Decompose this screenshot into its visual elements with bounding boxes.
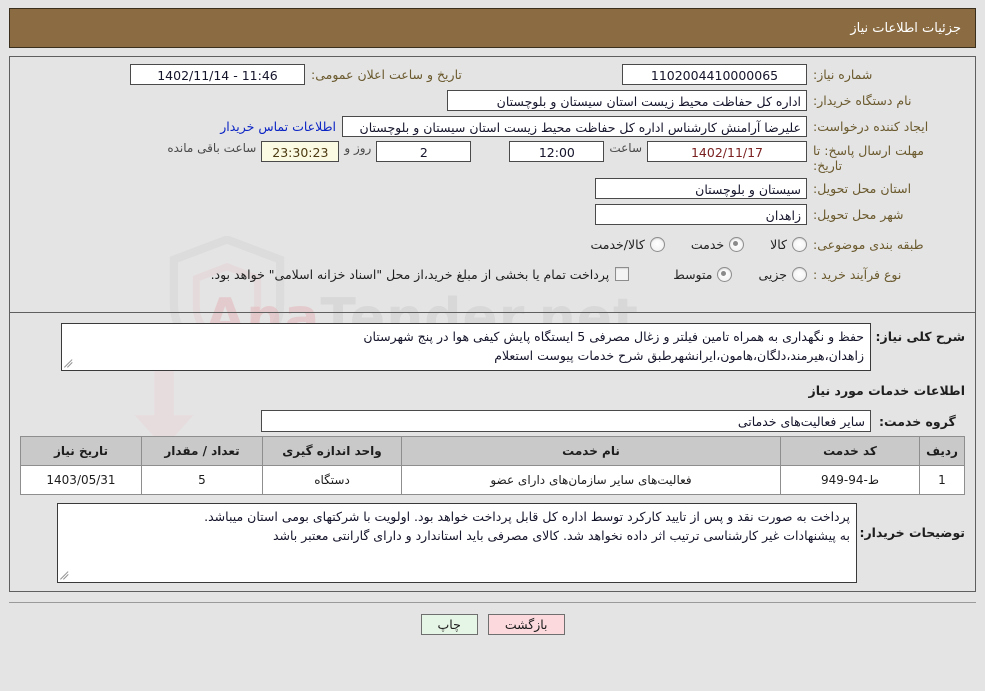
back-button[interactable]: بازگشت: [487, 614, 565, 635]
need-number-value: 1102004410000065: [622, 63, 807, 85]
service-group-value: سایر فعالیت‌های خدماتی: [261, 410, 871, 432]
treasury-checkbox[interactable]: [615, 267, 630, 281]
days-word-label: روز و: [344, 141, 372, 155]
deadline-label-line1: مهلت ارسال پاسخ: تا: [813, 143, 924, 158]
description-line-2: زاهدان،هیرمند،دلگان،هامون،ایرانشهرطبق شر…: [494, 348, 864, 363]
buyer-notes-label: توضیحات خریدار:: [859, 525, 965, 540]
radio-icon[interactable]: [649, 236, 665, 252]
province-value: سیستان و بلوچستان: [595, 177, 807, 199]
treasury-note-text: پرداخت تمام یا بخشی از مبلغ خرید،از محل …: [210, 266, 610, 282]
row-city: شهر محل تحویل: زاهدان: [20, 203, 965, 225]
services-panel: شرح کلی نیاز: حفظ و نگهداری به همراه تام…: [9, 312, 976, 592]
deadline-label: مهلت ارسال پاسخ: تا تاریخ:: [807, 141, 965, 173]
treasury-note-group: پرداخت تمام یا بخشی از مبلغ خرید،از محل …: [211, 267, 630, 282]
hour-word-label: ساعت: [609, 141, 642, 155]
public-announce-label: تاریخ و ساعت اعلان عمومی:: [311, 66, 462, 82]
need-info-panel: شماره نیاز: 1102004410000065 تاریخ و ساع…: [9, 56, 976, 312]
col-header-date: تاریخ نیاز: [20, 436, 142, 466]
row-purchase-type: نوع فرآیند خرید : جزیی متوسط پرداخت تمام…: [20, 263, 965, 285]
cell-code: ط-94-949: [780, 465, 920, 495]
row-request-creator: ایجاد کننده درخواست: علیرضا آرامنش کارشن…: [20, 115, 965, 137]
services-section-title: اطلاعات خدمات مورد نیاز: [808, 383, 966, 398]
cell-row: 1: [919, 465, 965, 495]
description-label: شرح کلی نیاز:: [875, 329, 965, 344]
category-radio-group: کالا خدمت کالا/خدمت: [564, 236, 807, 252]
public-announce-value: 11:46 - 1402/11/14: [130, 63, 305, 85]
col-header-name: نام خدمت: [401, 436, 781, 466]
purchase-option-1[interactable]: متوسط: [673, 266, 733, 282]
deadline-label-line2: تاریخ:: [813, 158, 843, 173]
table-row: 1 ط-94-949 فعالیت‌های سایر سازمان‌های دا…: [20, 465, 965, 495]
category-option-0-label: کالا: [770, 236, 787, 252]
request-creator-label: ایجاد کننده درخواست:: [813, 118, 929, 134]
need-number-label: شماره نیاز:: [813, 66, 873, 82]
cell-unit: دستگاه: [262, 465, 402, 495]
row-province: استان محل تحویل: سیستان و بلوچستان: [20, 177, 965, 199]
cell-date: 1403/05/31: [20, 465, 142, 495]
resize-grip-icon[interactable]: [64, 359, 74, 369]
deadline-date-value: 1402/11/17: [647, 141, 807, 162]
countdown-timer: 23:30:23: [261, 141, 340, 162]
buyer-agency-label: نام دستگاه خریدار:: [813, 92, 912, 108]
buyer-notes-textarea[interactable]: پرداخت به صورت نقد و پس از تایید کارکرد …: [57, 503, 857, 583]
purchase-option-0-label: جزیی: [758, 266, 787, 282]
col-header-row: ردیف: [919, 436, 965, 466]
col-header-code: کد خدمت: [780, 436, 920, 466]
category-option-2-label: کالا/خدمت: [590, 236, 645, 252]
category-option-0[interactable]: کالا: [770, 236, 807, 252]
purchase-option-1-label: متوسط: [673, 266, 713, 282]
province-label: استان محل تحویل:: [813, 180, 912, 196]
services-table: ردیف کد خدمت نام خدمت واحد اندازه گیری ت…: [20, 436, 965, 495]
row-category: طبقه بندی موضوعی: کالا خدمت کالا/خدمت: [20, 233, 965, 255]
remaining-word-label: ساعت باقی مانده: [167, 141, 257, 155]
buyer-notes-line-2: به پیشنهادات غیر کارشناسی ترتیب اثر داده…: [272, 528, 850, 543]
city-value: زاهدان: [595, 203, 807, 225]
page-title: جزئیات اطلاعات نیاز: [9, 8, 976, 48]
purchase-type-radio-group: جزیی متوسط: [647, 266, 807, 282]
row-service-group: گروه خدمت: سایر فعالیت‌های خدماتی: [20, 410, 965, 432]
row-buyer-agency: نام دستگاه خریدار: اداره کل حفاظت محیط ز…: [20, 89, 965, 111]
purchase-type-label: نوع فرآیند خرید :: [813, 266, 902, 282]
cell-name: فعالیت‌های سایر سازمان‌های دارای عضو: [401, 465, 781, 495]
footer-button-bar: بازگشت چاپ: [9, 614, 976, 635]
radio-icon[interactable]: [792, 266, 807, 282]
row-deadline: مهلت ارسال پاسخ: تا تاریخ: 1402/11/17 سا…: [20, 141, 965, 173]
deadline-time-value: 12:00: [509, 141, 605, 162]
service-group-label: گروه خدمت:: [879, 413, 956, 429]
table-header-row: ردیف کد خدمت نام خدمت واحد اندازه گیری ت…: [20, 436, 965, 466]
description-textarea[interactable]: حفظ و نگهداری به همراه تامین فیلتر و زغا…: [61, 323, 871, 371]
row-need-number: شماره نیاز: 1102004410000065 تاریخ و ساع…: [20, 63, 965, 85]
col-header-unit: واحد اندازه گیری: [262, 436, 402, 466]
description-line-1: حفظ و نگهداری به همراه تامین فیلتر و زغا…: [363, 329, 864, 344]
radio-icon[interactable]: [792, 236, 807, 252]
remaining-days-value: 2: [376, 141, 472, 162]
page-root: جزئیات اطلاعات نیاز شماره نیاز: 11020044…: [0, 0, 985, 635]
row-buyer-notes: توضیحات خریدار: پرداخت به صورت نقد و پس …: [20, 503, 965, 583]
cell-qty: 5: [141, 465, 263, 495]
buyer-contact-link[interactable]: اطلاعات تماس خریدار: [220, 119, 342, 134]
category-option-2[interactable]: کالا/خدمت: [590, 236, 665, 252]
category-option-1[interactable]: خدمت: [690, 236, 745, 252]
category-label: طبقه بندی موضوعی:: [813, 236, 924, 252]
city-label: شهر محل تحویل:: [813, 206, 904, 222]
col-header-qty: تعداد / مقدار: [141, 436, 263, 466]
category-option-1-label: خدمت: [690, 236, 725, 252]
resize-grip-icon[interactable]: [60, 571, 70, 581]
radio-icon[interactable]: [729, 236, 745, 252]
purchase-option-0[interactable]: جزیی: [758, 266, 807, 282]
radio-icon[interactable]: [717, 266, 733, 282]
request-creator-value: علیرضا آرامنش کارشناس اداره کل حفاظت محی…: [342, 115, 807, 137]
footer-divider: [9, 602, 976, 603]
buyer-agency-value: اداره کل حفاظت محیط زیست استان سیستان و …: [447, 89, 807, 111]
row-general-description: شرح کلی نیاز: حفظ و نگهداری به همراه تام…: [20, 323, 965, 371]
buyer-notes-line-1: پرداخت به صورت نقد و پس از تایید کارکرد …: [204, 509, 850, 524]
print-button[interactable]: چاپ: [420, 614, 478, 635]
